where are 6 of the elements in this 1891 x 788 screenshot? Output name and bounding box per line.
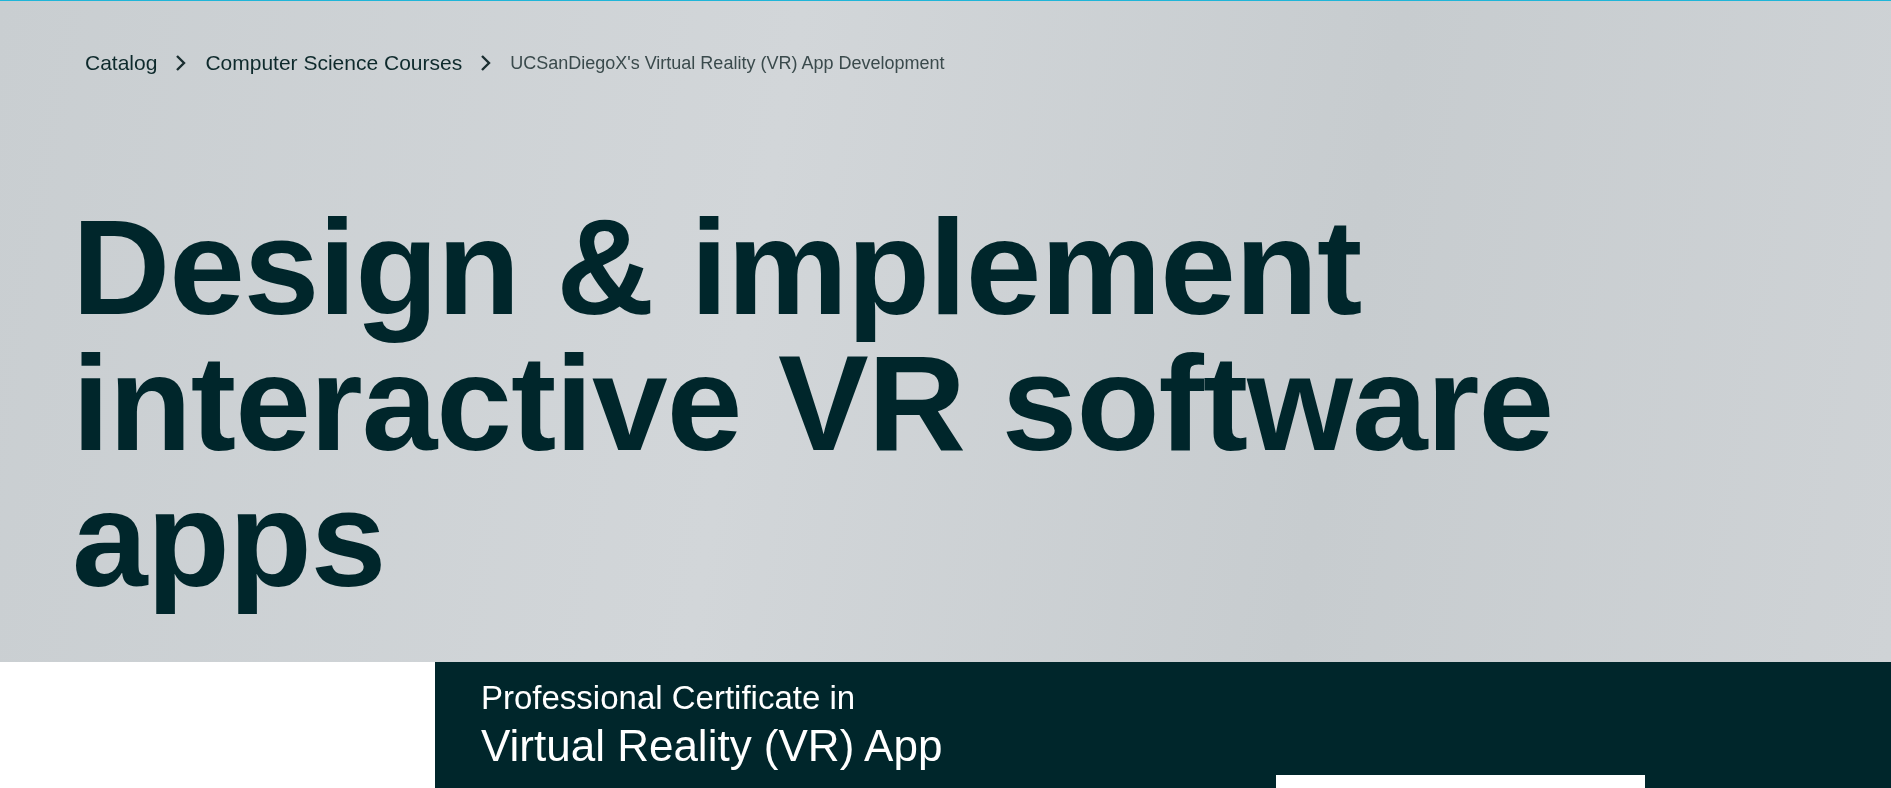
page-heading: Design & implement interactive VR software apps	[72, 193, 1555, 617]
breadcrumb-current: UCSanDiegoX's Virtual Reality (VR) App Development	[510, 52, 945, 74]
breadcrumb-link[interactable]: Catalog	[85, 51, 158, 75]
program-title: Virtual Reality (VR) App	[481, 720, 943, 772]
program-type: Professional Certificate in	[481, 678, 856, 718]
breadcrumb-link[interactable]: Computer Science Courses	[205, 51, 463, 75]
